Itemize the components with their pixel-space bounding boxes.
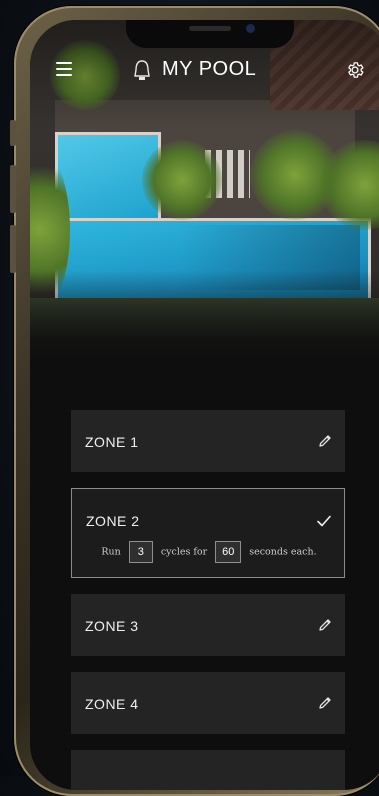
zone-label: ZONE 1 [85,434,139,450]
phone-side-button [10,225,16,273]
pencil-icon[interactable] [317,617,333,633]
front-camera [246,24,255,33]
hamburger-menu-icon[interactable] [56,62,72,76]
cycle-settings: Run 3 cycles for 60 seconds each. [72,541,346,563]
app-header: MY POOL [30,56,379,86]
zone-label: ZONE 2 [86,513,140,529]
seconds-input[interactable]: 60 [215,541,242,563]
cycles-input[interactable]: 3 [128,541,153,563]
zone-card-4[interactable]: ZONE 4 [71,672,345,734]
photo-fade [30,270,379,360]
phone-screen: MY POOL ZONE 1 ZONE 2 Run 3 cycles for 6… [30,20,379,790]
check-icon[interactable] [316,513,332,529]
zone-card-1[interactable]: ZONE 1 [71,410,345,472]
page-title: MY POOL [162,58,257,80]
seconds-label: seconds each. [249,546,317,558]
gear-icon[interactable] [345,60,365,80]
cycles-label: cycles for [160,546,208,558]
zone-label: ZONE 4 [85,696,139,712]
phone-notch [126,20,294,48]
run-label: Run [101,546,121,558]
pencil-icon[interactable] [317,695,333,711]
bell-logo-icon [134,60,150,80]
zone-card-2[interactable]: ZONE 2 Run 3 cycles for 60 seconds each. [71,488,345,578]
phone-side-button [10,165,16,213]
pencil-icon[interactable] [317,433,333,449]
zone-card-3[interactable]: ZONE 3 [71,594,345,656]
zone-card-next[interactable] [71,750,345,790]
phone-side-button [10,120,16,146]
speaker [189,26,231,31]
zone-label: ZONE 3 [85,618,139,634]
palm-tree [142,140,222,220]
